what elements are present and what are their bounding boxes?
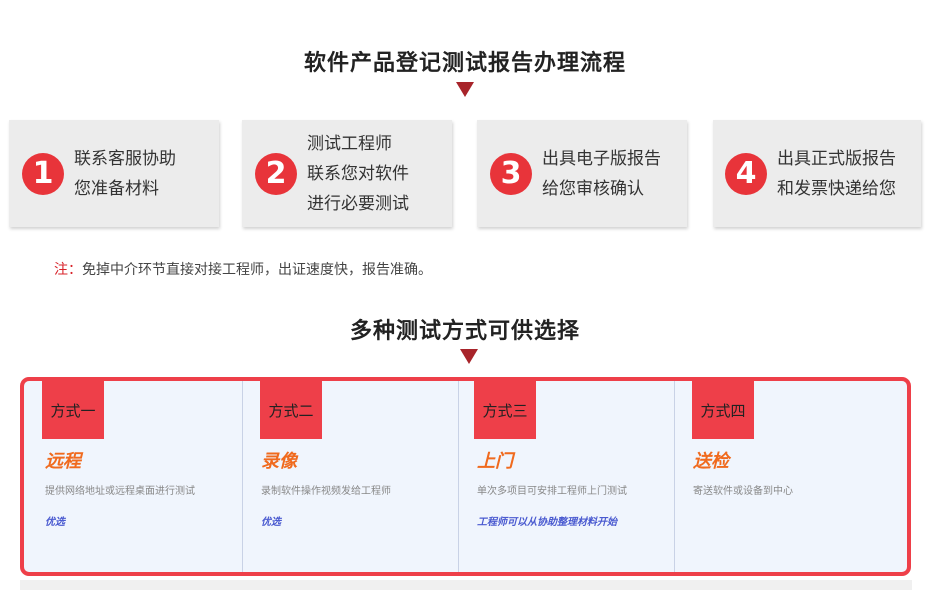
step-text-line: 您准备材料: [74, 178, 159, 199]
method-desc: 单次多项目可安排工程师上门测试: [477, 486, 627, 497]
process-step-3: 3 出具电子版报告 给您审核确认: [477, 120, 687, 227]
method-delivery: 方式四 送检 寄送软件或设备到中心: [674, 381, 907, 572]
process-note: 注：免掉中介环节直接对接工程师，出证速度快，报告准确。: [54, 259, 432, 279]
process-step-2: 2 测试工程师 联系您对软件 进行必要测试: [242, 120, 452, 227]
method-tag: 方式四: [692, 381, 754, 439]
methods-title: 多种测试方式可供选择: [349, 318, 580, 344]
step-text: 出具正式版报告 和发票快递给您: [777, 144, 896, 204]
step-text-line: 联系您对软件: [307, 163, 409, 184]
method-title: 录像: [261, 451, 297, 471]
method-highlight: 优选: [261, 517, 281, 528]
note-mark: 注：: [54, 261, 82, 277]
step-text-line: 联系客服协助: [74, 148, 176, 169]
down-arrow-icon: [460, 349, 478, 364]
process-step-1: 1 联系客服协助 您准备材料: [9, 120, 219, 227]
methods-panel-shadow: [20, 580, 912, 590]
method-desc: 录制软件操作视频发给工程师: [261, 486, 391, 497]
method-desc: 提供网络地址或远程桌面进行测试: [45, 486, 195, 497]
note-text: 免掉中介环节直接对接工程师，出证速度快，报告准确。: [82, 261, 432, 277]
method-title: 送检: [693, 451, 729, 471]
method-tag: 方式三: [474, 381, 536, 439]
method-highlight: 优选: [45, 517, 65, 528]
method-recording: 方式二 录像 录制软件操作视频发给工程师 优选: [242, 381, 459, 572]
step-text-line: 和发票快递给您: [777, 178, 896, 199]
method-tag: 方式一: [42, 381, 104, 439]
step-number-badge: 1: [22, 152, 64, 195]
step-text-line: 出具电子版报告: [542, 148, 661, 169]
method-title: 上门: [477, 451, 513, 471]
step-text: 联系客服协助 您准备材料: [74, 144, 176, 204]
method-tag: 方式二: [260, 381, 322, 439]
methods-panel: 方式一 远程 提供网络地址或远程桌面进行测试 优选 方式二 录像 录制软件操作视…: [20, 377, 911, 576]
process-title: 软件产品登记测试报告办理流程: [303, 50, 626, 76]
method-desc: 寄送软件或设备到中心: [693, 486, 793, 497]
down-arrow-icon: [456, 82, 474, 97]
step-number-badge: 2: [255, 152, 297, 195]
step-text-line: 测试工程师: [307, 133, 392, 154]
step-text-line: 进行必要测试: [307, 193, 409, 214]
step-text: 出具电子版报告 给您审核确认: [542, 144, 661, 204]
step-text-line: 出具正式版报告: [777, 148, 896, 169]
step-number-badge: 3: [490, 152, 532, 195]
method-highlight: 工程师可以从协助整理材料开始: [477, 517, 617, 528]
step-number-badge: 4: [725, 152, 767, 195]
step-text: 测试工程师 联系您对软件 进行必要测试: [307, 129, 409, 219]
method-title: 远程: [45, 451, 81, 471]
method-remote: 方式一 远程 提供网络地址或远程桌面进行测试 优选: [24, 381, 243, 572]
step-text-line: 给您审核确认: [542, 178, 644, 199]
process-step-4: 4 出具正式版报告 和发票快递给您: [713, 120, 921, 227]
method-onsite: 方式三 上门 单次多项目可安排工程师上门测试 工程师可以从协助整理材料开始: [458, 381, 675, 572]
